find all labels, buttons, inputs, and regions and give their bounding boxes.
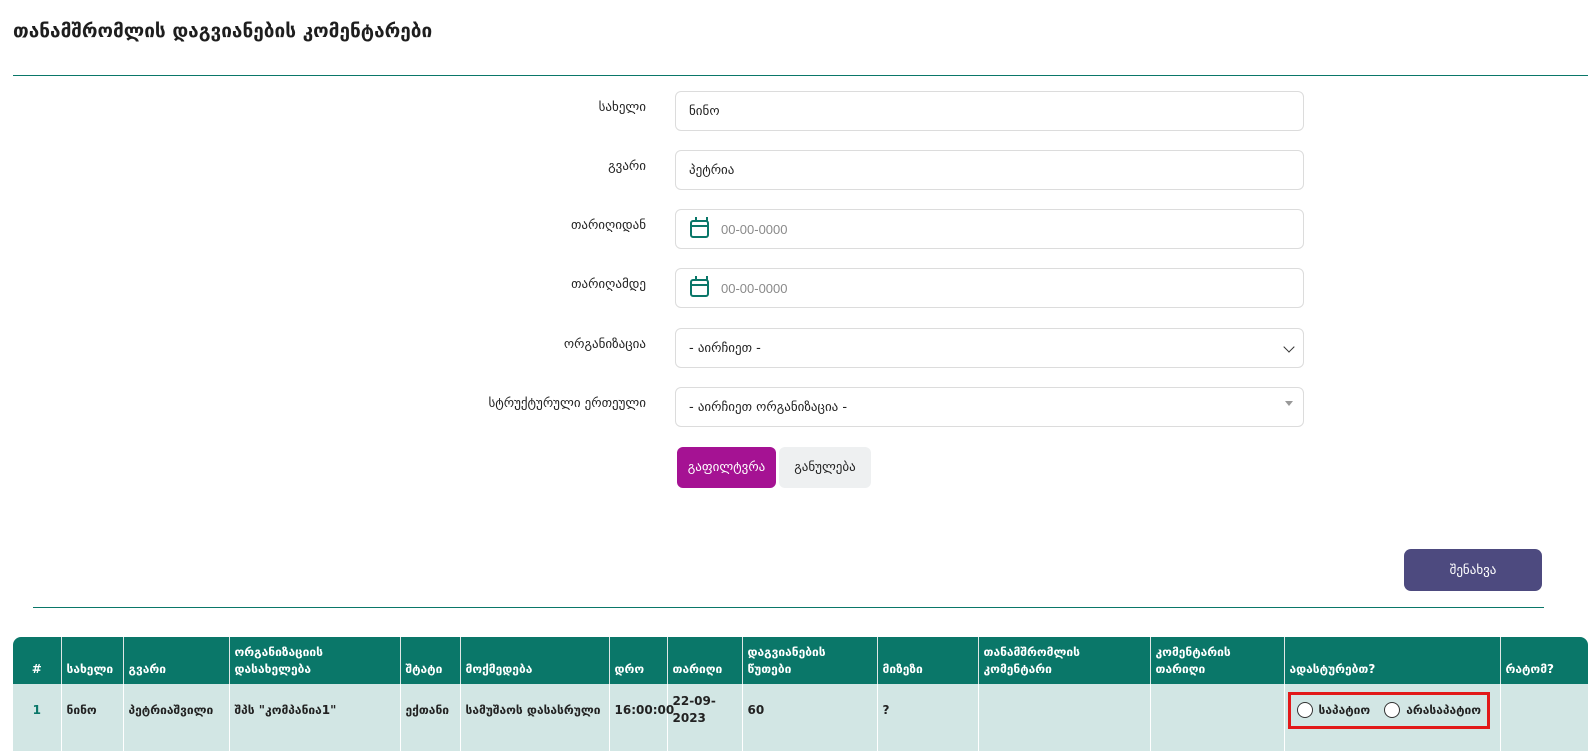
cell-employee-comment [978, 684, 1151, 736]
organization-selected: - აირჩიეთ - [689, 340, 761, 356]
radio-unexcused-label[interactable]: არასაპატიო [1406, 702, 1481, 719]
form-row-date-from: თარიღიდან 00-00-0000 [0, 209, 1588, 249]
cell-late-minutes: 60 [742, 684, 878, 736]
col-header-employee-comment: თანამშრომლის კომენტარი [978, 637, 1151, 684]
cell-date: 22-09-2023 [667, 684, 743, 736]
date-from-placeholder: 00-00-0000 [721, 221, 788, 237]
form-row-surname: გვარი პეტრია [0, 150, 1588, 190]
name-value: ნინო [689, 103, 720, 119]
cell-name: ნინო [61, 684, 124, 736]
name-input[interactable]: ნინო [675, 91, 1304, 131]
structural-unit-label: სტრუქტურული ერთეული [488, 396, 646, 411]
name-label: სახელი [598, 100, 646, 115]
cell-empty [460, 736, 610, 751]
col-header-time: დრო [609, 637, 668, 684]
table-divider [33, 607, 1544, 608]
surname-value: პეტრია [689, 162, 735, 178]
surname-input[interactable]: პეტრია [675, 150, 1304, 190]
cell-empty [1500, 736, 1588, 751]
radio-unexcused[interactable] [1384, 702, 1401, 718]
cell-empty [609, 736, 668, 751]
col-header-late-minutes: დაგვიანების წუთები [742, 637, 878, 684]
lateness-table: # სახელი გვარი ორგანიზაციის დასახელება შ… [13, 637, 1588, 751]
cell-why [1500, 684, 1588, 736]
table-header-row: # სახელი გვარი ორგანიზაციის დასახელება შ… [13, 637, 1588, 684]
col-header-organization: ორგანიზაციის დასახელება [229, 637, 401, 684]
date-from-label: თარიღიდან [570, 218, 646, 233]
structural-unit-select[interactable]: - აირჩიეთ ორგანიზაცია - [675, 387, 1304, 427]
cell-surname: პეტრიაშვილი [123, 684, 230, 736]
cell-comment-date [1150, 684, 1285, 736]
cell-empty [13, 736, 62, 751]
form-row-date-to: თარიღამდე 00-00-0000 [0, 268, 1588, 308]
cell-time: 16:00:00 [609, 684, 674, 736]
cell-empty [1150, 736, 1285, 751]
radio-excused-label[interactable]: საპატიო [1319, 702, 1371, 719]
cell-empty [1284, 736, 1501, 751]
cell-empty [229, 736, 401, 751]
table-row [13, 736, 1588, 751]
date-to-placeholder: 00-00-0000 [721, 280, 788, 296]
confirm-radio-group: საპატიო არასაპატიო [1287, 691, 1491, 729]
save-button[interactable]: შენახვა [1404, 549, 1542, 591]
organization-label: ორგანიზაცია [563, 337, 646, 352]
reset-button[interactable]: განულება [779, 447, 871, 488]
col-header-date: თარიღი [667, 637, 743, 684]
cell-empty [667, 736, 743, 751]
top-divider [13, 75, 1588, 76]
form-row-name: სახელი ნინო [0, 91, 1588, 131]
structural-unit-selected: - აირჩიეთ ორგანიზაცია - [689, 399, 848, 415]
cell-staff: ექთანი [400, 684, 461, 736]
cell-organization: შპს "კომპანია1" [229, 684, 401, 736]
cell-empty [978, 736, 1151, 751]
form-row-structural-unit: სტრუქტურული ერთეული - აირჩიეთ ორგანიზაცი… [0, 387, 1588, 427]
date-to-label: თარიღამდე [571, 277, 646, 292]
cell-empty [877, 736, 979, 751]
col-header-action: მოქმედება [460, 637, 610, 684]
col-header-name: სახელი [61, 637, 124, 684]
col-header-surname: გვარი [123, 637, 230, 684]
calendar-icon[interactable] [690, 217, 709, 238]
col-header-comment-date: კომენტარის თარიღი [1150, 637, 1285, 684]
cell-reason: ? [877, 684, 979, 736]
cell-empty [123, 736, 230, 751]
caret-down-icon [1285, 401, 1293, 406]
cell-empty [742, 736, 878, 751]
table-row: 1 ნინო პეტრიაშვილი შპს "კომპანია1" ექთან… [13, 684, 1588, 736]
form-row-organization: ორგანიზაცია - აირჩიეთ - [0, 328, 1588, 368]
chevron-down-icon [1283, 341, 1295, 353]
radio-excused[interactable] [1296, 702, 1313, 718]
cell-empty [61, 736, 124, 751]
col-header-confirm: ადასტურებთ? [1284, 637, 1501, 684]
cell-number: 1 [13, 684, 62, 736]
col-header-number: # [13, 637, 62, 684]
cell-action: სამუშაოს დასასრული [460, 684, 610, 736]
cell-confirm: საპატიო არასაპატიო [1284, 684, 1501, 736]
col-header-reason: მიზეზი [877, 637, 979, 684]
col-header-staff: შტატი [400, 637, 461, 684]
surname-label: გვარი [608, 159, 646, 174]
cell-empty [400, 736, 461, 751]
date-to-input[interactable]: 00-00-0000 [675, 268, 1304, 308]
page-title: თანამშრომლის დაგვიანების კომენტარები [13, 20, 433, 42]
filter-button[interactable]: გაფილტვრა [677, 447, 776, 488]
col-header-why: რატომ? [1500, 637, 1588, 684]
date-from-input[interactable]: 00-00-0000 [675, 209, 1304, 249]
calendar-icon[interactable] [690, 276, 709, 297]
organization-select[interactable]: - აირჩიეთ - [675, 328, 1304, 368]
